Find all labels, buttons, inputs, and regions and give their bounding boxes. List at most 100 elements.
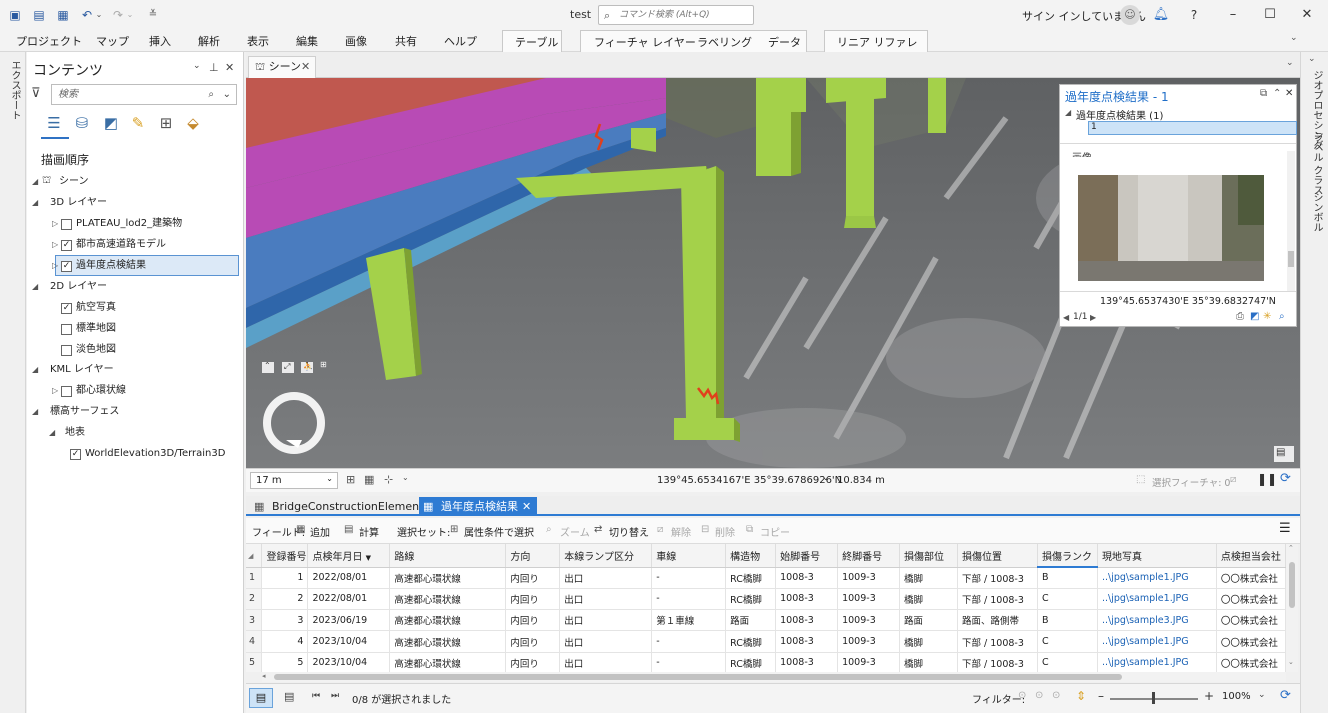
pause-drawing-icon[interactable]: ❚❚ bbox=[1257, 472, 1277, 486]
navigator-control[interactable] bbox=[267, 396, 321, 450]
table-cell[interactable]: 高速都心環状線 bbox=[389, 588, 507, 611]
scroll-down-icon[interactable]: ⌄ bbox=[1288, 658, 1294, 666]
table-cell[interactable]: ..\jpg\sample1.JPG bbox=[1097, 567, 1217, 589]
zoom-level[interactable]: 100% bbox=[1222, 691, 1251, 702]
column-header[interactable]: 登録番号 bbox=[261, 544, 309, 568]
last-record-icon[interactable]: ⏭ bbox=[331, 691, 339, 701]
table-cell[interactable]: 路面 bbox=[725, 609, 777, 632]
table-row[interactable]: 5 5 2023/10/04 高速都心環状線 内回り 出口 - RC橋脚 1008-3 1009-… bbox=[246, 652, 1286, 672]
popup-collapse-icon[interactable]: ⌃ bbox=[1273, 88, 1281, 99]
table-cell[interactable]: 橋脚 bbox=[899, 588, 959, 611]
popup-float-icon[interactable]: ⧉ bbox=[1260, 88, 1267, 99]
tab-edit[interactable]: 編集 bbox=[296, 33, 318, 49]
show-selected-records-icon[interactable]: ▤ bbox=[284, 690, 294, 703]
table-vertical-scrollbar[interactable]: ⌃ ⌄ bbox=[1286, 544, 1298, 672]
expand-arrow-icon[interactable]: ◢ bbox=[49, 428, 55, 437]
zoom-in-icon[interactable]: + bbox=[1204, 689, 1214, 703]
list-by-selection-icon[interactable]: ◩ bbox=[100, 112, 122, 134]
popup-layer-entry[interactable]: 過年度点検結果 (1) bbox=[1076, 107, 1163, 122]
table-cell[interactable]: 高速都心環状線 bbox=[389, 630, 507, 653]
table-cell[interactable]: C bbox=[1037, 630, 1098, 653]
select-by-attribute-button[interactable]: 属性条件で選択 bbox=[464, 524, 534, 539]
table-row[interactable]: 4 4 2023/10/04 高速都心環状線 内回り 出口 - RC橋脚 1008-3 1009-… bbox=[246, 630, 1286, 653]
tree-item-standard-map[interactable]: 標準地図 bbox=[76, 320, 116, 338]
chevron-down-icon[interactable]: ⌄ bbox=[223, 85, 231, 104]
row-number[interactable]: 4 bbox=[246, 630, 263, 653]
table-cell[interactable]: 1 bbox=[261, 567, 309, 589]
next-feature-icon[interactable]: ▶ bbox=[1090, 313, 1096, 322]
table-cell[interactable]: 〇〇株式会社 bbox=[1216, 567, 1286, 589]
filter-icon[interactable]: ⊽ bbox=[31, 86, 41, 101]
tree-item-elevation-surfaces[interactable]: 標高サーフェス bbox=[50, 403, 119, 421]
column-header[interactable]: 点検担当会社 bbox=[1216, 544, 1286, 568]
table-grid-icon[interactable]: ▦ bbox=[364, 473, 374, 486]
tab-feature-layer[interactable]: フィーチャ レイヤー bbox=[594, 34, 696, 50]
expand-arrow-icon[interactable]: ◢ bbox=[32, 282, 38, 291]
expand-arrow-icon[interactable]: ◢ bbox=[1065, 108, 1071, 117]
tab-inspection-results[interactable]: ▦ 過年度点検結果 ✕ bbox=[419, 497, 537, 516]
zoom-button[interactable]: ズーム bbox=[560, 524, 590, 539]
popup-close-icon[interactable]: ✕ bbox=[1285, 88, 1293, 99]
table-row[interactable]: 2 2 2022/08/01 高速都心環状線 内回り 出口 - RC橋脚 1008-3 1009-… bbox=[246, 588, 1286, 611]
undo-dropdown-icon[interactable]: ⌄ bbox=[91, 7, 107, 23]
table-cell[interactable]: 高速都心環状線 bbox=[389, 567, 507, 589]
walk-mode-icon[interactable]: ⛹ bbox=[303, 362, 313, 371]
snapping-icon[interactable]: ⊹ bbox=[384, 473, 393, 486]
tree-item-aerial-photo[interactable]: 航空写真 bbox=[76, 299, 116, 317]
tree-item-2d-layers[interactable]: 2D レイヤー bbox=[50, 278, 107, 296]
popup-scrollbar[interactable] bbox=[1287, 151, 1295, 291]
table-cell[interactable]: 下部 / 1008-3 bbox=[957, 567, 1038, 589]
table-cell[interactable]: 路面、路側帯 bbox=[957, 609, 1038, 632]
list-by-snapping-icon[interactable]: ⊞ bbox=[155, 112, 177, 134]
table-cell[interactable]: RC橋脚 bbox=[725, 630, 777, 653]
pane-options-icon[interactable]: ⌄ bbox=[193, 61, 201, 71]
tab-project[interactable]: プロジェクト bbox=[16, 33, 82, 49]
table-cell[interactable]: 1009-3 bbox=[837, 609, 901, 632]
tree-item-3d-layers[interactable]: 3D レイヤー bbox=[50, 194, 107, 212]
close-tab-icon[interactable]: ✕ bbox=[522, 497, 531, 516]
layer-checkbox-plateau[interactable] bbox=[61, 219, 72, 230]
tree-item-terrain[interactable]: WorldElevation3D/Terrain3D bbox=[85, 445, 225, 463]
show-all-records-icon[interactable]: ▤ bbox=[249, 688, 273, 708]
table-horizontal-scrollbar[interactable]: ◂ bbox=[262, 672, 1286, 682]
filter-range-icon[interactable]: ⇕ bbox=[1076, 689, 1086, 703]
table-cell[interactable]: 下部 / 1008-3 bbox=[957, 588, 1038, 611]
table-cell[interactable]: C bbox=[1037, 652, 1098, 672]
table-cell[interactable]: B bbox=[1037, 567, 1098, 589]
table-cell[interactable]: 4 bbox=[261, 630, 309, 653]
table-row[interactable]: 3 3 2023/06/19 高速都心環状線 内回り 出口 第１車線 路面 1008-3 1009… bbox=[246, 609, 1286, 632]
table-cell[interactable]: 下部 / 1008-3 bbox=[957, 630, 1038, 653]
tree-item-expressway-model[interactable]: 都市高速道路モデル bbox=[76, 236, 166, 254]
row-number[interactable]: 5 bbox=[246, 652, 263, 672]
tab-bridge-construction-element[interactable]: ▦ BridgeConstructionElement bbox=[250, 497, 423, 516]
table-cell[interactable]: 5 bbox=[261, 652, 309, 672]
chevron-down-icon[interactable]: ⌄ bbox=[402, 473, 409, 482]
user-avatar-icon[interactable]: ☺ bbox=[1120, 5, 1140, 25]
notification-bell-icon[interactable]: 🔔︎ bbox=[1150, 4, 1172, 26]
table-cell[interactable]: RC橋脚 bbox=[725, 588, 777, 611]
expand-arrow-icon[interactable]: ◢ bbox=[32, 365, 38, 374]
table-cell[interactable]: 〇〇株式会社 bbox=[1216, 609, 1286, 632]
table-cell[interactable]: 1008-3 bbox=[775, 630, 839, 653]
column-header[interactable]: 路線 bbox=[389, 544, 507, 568]
table-cell[interactable]: B bbox=[1037, 609, 1098, 632]
column-header[interactable]: 構造物 bbox=[725, 544, 777, 568]
table-cell[interactable]: 内回り bbox=[505, 588, 561, 611]
table-cell[interactable]: 出口 bbox=[559, 588, 653, 611]
table-cell[interactable]: 1009-3 bbox=[837, 567, 901, 589]
row-number[interactable]: 2 bbox=[246, 588, 263, 611]
table-cell[interactable]: 2023/06/19 bbox=[307, 609, 391, 632]
column-header[interactable]: 点検年月日 ▼ bbox=[307, 544, 391, 568]
ribbon-expand-icon[interactable]: ⌄ bbox=[1290, 33, 1298, 43]
table-cell[interactable]: 橋脚 bbox=[899, 652, 959, 672]
minimize-icon[interactable]: – bbox=[1222, 4, 1244, 26]
coords-format-dropdown-icon[interactable]: ⌄ bbox=[822, 473, 830, 483]
table-cell[interactable]: 2 bbox=[261, 588, 309, 611]
expand-arrow-icon[interactable]: ◢ bbox=[32, 198, 38, 207]
chevron-down-icon[interactable]: ⌄ bbox=[1258, 690, 1266, 700]
redo-dropdown-icon[interactable]: ⌄ bbox=[122, 7, 138, 23]
tab-table[interactable]: テーブル bbox=[515, 34, 558, 50]
table-cell[interactable]: ..\jpg\sample3.JPG bbox=[1097, 609, 1217, 632]
tab-share[interactable]: 共有 bbox=[395, 33, 417, 49]
inspection-photo[interactable] bbox=[1078, 175, 1264, 281]
